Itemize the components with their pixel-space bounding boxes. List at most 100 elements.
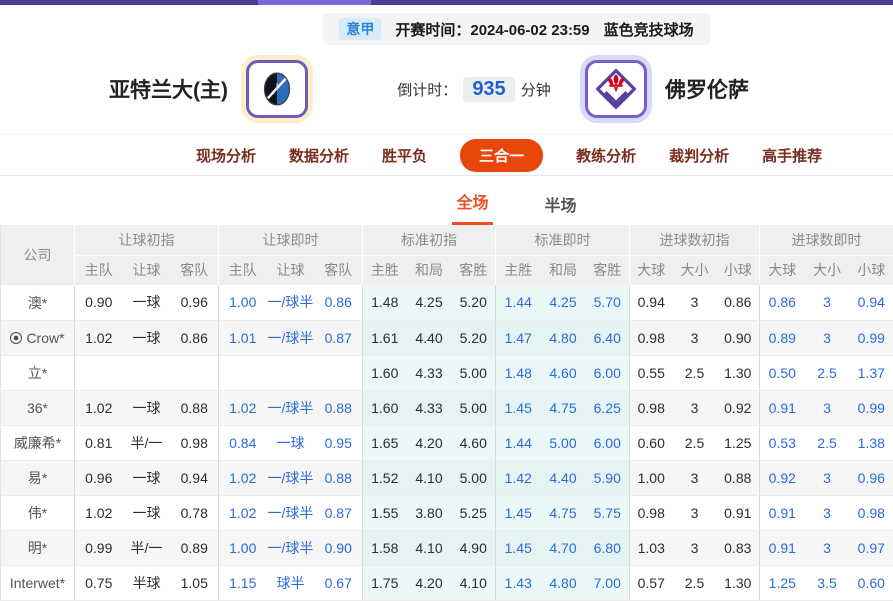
league-badge[interactable]: 意甲 xyxy=(339,18,381,40)
tab-full-match[interactable]: 全场 xyxy=(452,189,492,225)
odds-cell xyxy=(123,355,171,390)
odds-cell: 6.25 xyxy=(586,390,630,425)
odds-cell: 1.02 xyxy=(219,460,267,495)
company-cell[interactable]: 威廉希* xyxy=(1,425,75,460)
odds-cell: 1.02 xyxy=(75,495,123,530)
odds-cell: 4.25 xyxy=(541,285,586,320)
column-header: 主胜 xyxy=(363,255,407,285)
odds-cell: 0.88 xyxy=(717,460,760,495)
column-header: 和局 xyxy=(407,255,452,285)
odds-cell: 0.99 xyxy=(850,320,893,355)
odds-cell: 5.25 xyxy=(452,495,496,530)
match-info-bar: 意甲 开赛时间：2024-06-02 23:59 蓝色竞技球场 xyxy=(323,13,709,45)
column-header: 客胜 xyxy=(452,255,496,285)
odds-cell: 3 xyxy=(805,285,850,320)
odds-cell: 4.10 xyxy=(407,460,452,495)
period-tabs: 全场 半场 xyxy=(70,176,893,225)
odds-cell: 3.80 xyxy=(407,495,452,530)
countdown: 倒计时： 935 分钟 xyxy=(310,77,583,102)
odds-cell: 0.98 xyxy=(630,320,673,355)
odds-cell: 一/球半 xyxy=(267,460,315,495)
odds-cell: 0.98 xyxy=(171,425,219,460)
odds-cell: 1.52 xyxy=(363,460,407,495)
column-header: 主队 xyxy=(75,255,123,285)
odds-cell: 0.55 xyxy=(630,355,673,390)
odds-cell: 0.91 xyxy=(717,495,760,530)
table-row: 立*1.604.335.001.484.606.000.552.51.300.5… xyxy=(1,355,893,390)
odds-cell: 0.96 xyxy=(75,460,123,495)
odds-cell: 一/球半 xyxy=(267,495,315,530)
tab-coach-analysis[interactable]: 教练分析 xyxy=(576,145,636,166)
company-name: 明* xyxy=(28,540,47,556)
odds-cell: 1.60 xyxy=(363,355,407,390)
away-team: 佛罗伦萨 xyxy=(583,60,893,118)
odds-cell: 1.47 xyxy=(496,320,541,355)
tab-live-analysis[interactable]: 现场分析 xyxy=(196,145,256,166)
odds-cell: 4.90 xyxy=(452,530,496,565)
odds-cell: 4.25 xyxy=(407,285,452,320)
column-header: 大球 xyxy=(760,255,805,285)
company-cell[interactable]: 36* xyxy=(1,390,75,425)
top-progress-bar xyxy=(0,0,893,5)
odds-cell: 1.45 xyxy=(496,530,541,565)
tab-expert-picks[interactable]: 高手推荐 xyxy=(762,145,822,166)
countdown-value: 935 xyxy=(463,77,514,102)
odds-cell: 0.92 xyxy=(760,460,805,495)
odds-cell: 球半 xyxy=(267,565,315,600)
away-team-logo[interactable] xyxy=(585,60,647,118)
odds-cell: 2.5 xyxy=(673,355,717,390)
home-team-logo[interactable] xyxy=(246,60,308,118)
company-cell[interactable]: 易* xyxy=(1,460,75,495)
company-cell[interactable]: 明* xyxy=(1,530,75,565)
odds-cell: 0.57 xyxy=(630,565,673,600)
odds-cell xyxy=(75,355,123,390)
company-cell[interactable]: 伟* xyxy=(1,495,75,530)
odds-cell: 3 xyxy=(673,495,717,530)
group-header-goals-initial: 进球数初指 xyxy=(630,225,760,255)
odds-cell: 2.5 xyxy=(805,425,850,460)
odds-cell: 4.60 xyxy=(452,425,496,460)
table-row: 威廉希*0.81半/一0.980.84一球0.951.654.204.601.4… xyxy=(1,425,893,460)
company-cell[interactable]: 澳* xyxy=(1,285,75,320)
odds-cell: 0.86 xyxy=(171,320,219,355)
odds-cell: 1.00 xyxy=(219,285,267,320)
home-team-name[interactable]: 亚特兰大(主) xyxy=(109,74,228,104)
company-cell[interactable]: Crow* xyxy=(1,320,75,355)
company-cell[interactable]: Interwet* xyxy=(1,565,75,600)
fiorentina-crest-icon xyxy=(594,67,638,111)
tab-data-analysis[interactable]: 数据分析 xyxy=(289,145,349,166)
odds-cell: 5.20 xyxy=(452,320,496,355)
odds-cell: 1.45 xyxy=(496,495,541,530)
odds-cell: 0.97 xyxy=(850,530,893,565)
odds-cell: 4.80 xyxy=(541,565,586,600)
countdown-unit: 分钟 xyxy=(521,79,551,100)
tab-win-draw-lose[interactable]: 胜平负 xyxy=(382,145,427,166)
odds-cell: 一球 xyxy=(123,320,171,355)
tab-three-in-one[interactable]: 三合一 xyxy=(460,139,543,172)
away-team-name[interactable]: 佛罗伦萨 xyxy=(665,74,749,104)
column-header: 让球 xyxy=(267,255,315,285)
odds-cell: 0.91 xyxy=(760,390,805,425)
company-cell[interactable]: 立* xyxy=(1,355,75,390)
odds-cell: 5.00 xyxy=(541,425,586,460)
odds-cell: 1.38 xyxy=(850,425,893,460)
table-row: 澳*0.90一球0.961.00一/球半0.861.484.255.201.44… xyxy=(1,285,893,320)
tab-referee-analysis[interactable]: 裁判分析 xyxy=(669,145,729,166)
odds-cell: 0.96 xyxy=(850,460,893,495)
odds-cell: 1.42 xyxy=(496,460,541,495)
column-header: 让球 xyxy=(123,255,171,285)
table-row: 易*0.96一球0.941.02一/球半0.881.524.105.001.42… xyxy=(1,460,893,495)
odds-cell: 1.25 xyxy=(717,425,760,460)
column-header: 客胜 xyxy=(586,255,630,285)
odds-cell: 0.90 xyxy=(315,530,363,565)
odds-cell: 0.86 xyxy=(717,285,760,320)
odds-cell: 0.98 xyxy=(630,495,673,530)
odds-cell: 3.5 xyxy=(805,565,850,600)
column-header: 大小 xyxy=(673,255,717,285)
company-name: 澳* xyxy=(28,295,47,311)
tab-half-match[interactable]: 半场 xyxy=(541,192,581,225)
column-header: 主胜 xyxy=(496,255,541,285)
group-header-handicap-initial: 让球初指 xyxy=(75,225,219,255)
odds-cell: 0.94 xyxy=(850,285,893,320)
table-row: 伟*1.02一球0.781.02一/球半0.871.553.805.251.45… xyxy=(1,495,893,530)
